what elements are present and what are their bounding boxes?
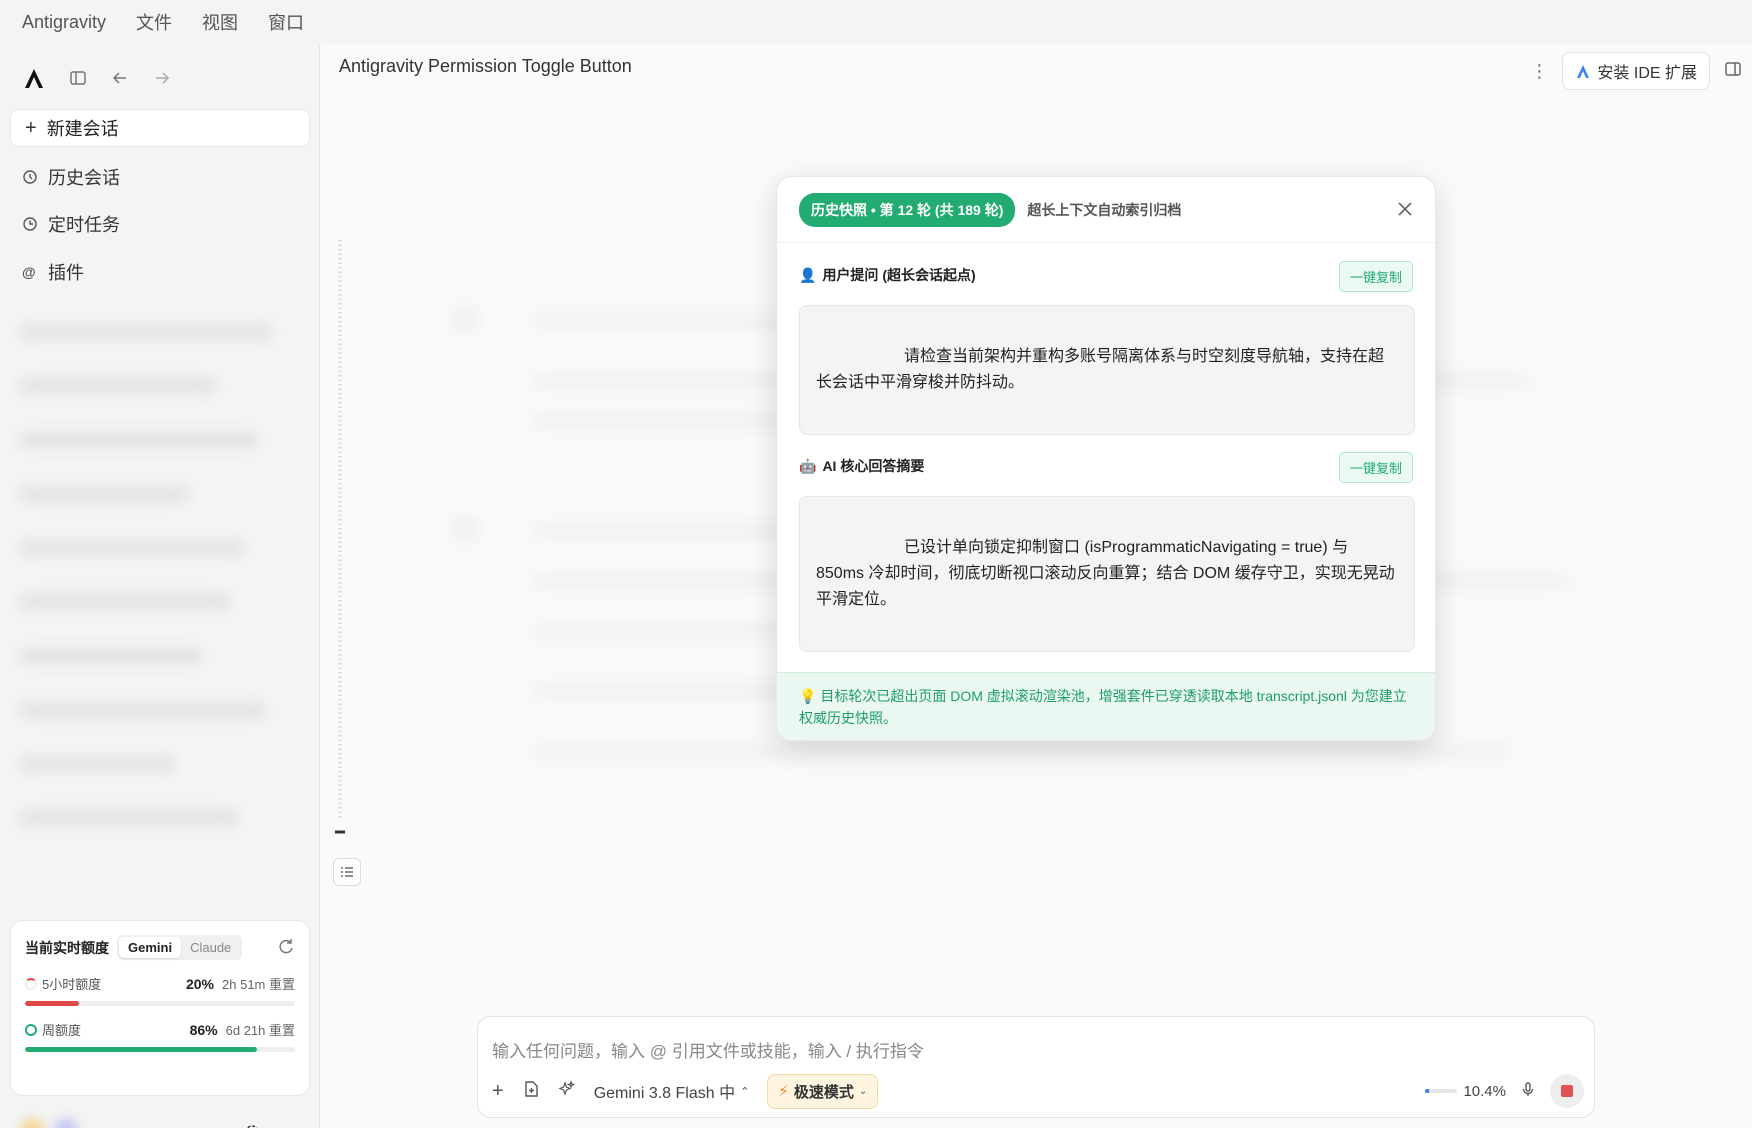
antigravity-logo-icon [1577, 65, 1590, 78]
timeline-track[interactable] [335, 240, 345, 840]
quota-bar [25, 1047, 295, 1052]
menu-window[interactable]: 窗口 [268, 9, 304, 35]
snapshot-badge: 历史快照 • 第 12 轮 (共 189 轮) [799, 192, 1016, 227]
menu-app[interactable]: Antigravity [22, 12, 106, 33]
close-icon[interactable] [1395, 199, 1415, 219]
user-icon: 👤 [799, 266, 817, 283]
install-ide-button[interactable]: 安装 IDE 扩展 [1562, 52, 1710, 90]
quota-percent: 20% [185, 975, 215, 992]
antigravity-logo-icon [25, 69, 43, 88]
speed-mode-label: 极速模式 [793, 1083, 854, 1101]
context-bar-fill [1425, 1089, 1429, 1093]
chevron-up-icon: ⌃ [740, 1085, 750, 1098]
attach-file-icon[interactable] [522, 1080, 540, 1102]
quota-row-weekly: 周额度 86% 6d 21h 重置 [25, 1020, 295, 1052]
user-question-text: 请检查当前架构并重构多账号隔离体系与时空刻度导航轴，支持在超长会话中平滑穿梭并防… [816, 348, 1385, 391]
progress-ring-icon [25, 977, 37, 990]
clock-icon [22, 216, 38, 232]
more-vertical-icon[interactable]: ⋮ [1530, 61, 1548, 82]
at-icon: @ [22, 264, 36, 280]
page-title: Antigravity Permission Toggle Button [339, 56, 632, 76]
microphone-icon[interactable] [1520, 1081, 1536, 1101]
forward-arrow-icon[interactable] [152, 68, 172, 88]
user-question-heading: 👤 用户提问 (超长会话起点) [799, 265, 976, 285]
list-icon [341, 867, 353, 877]
quota-label: 周额度 [42, 1023, 82, 1038]
conversation-list-blurred [20, 324, 300, 924]
quota-label: 5小时额度 [42, 977, 102, 992]
avatar[interactable] [20, 1118, 110, 1128]
history-icon [22, 169, 38, 185]
tab-claude[interactable]: Claude [181, 937, 240, 958]
quota-tabs: Gemini Claude [117, 935, 243, 960]
new-chat-button[interactable]: + 新建会话 [10, 109, 310, 147]
menu-bar: Antigravity 文件 视图 窗口 [0, 0, 1752, 44]
lightbulb-icon: 💡 [799, 688, 817, 704]
context-percent: 10.4% [1463, 1082, 1506, 1100]
context-bar [1425, 1089, 1458, 1093]
plus-icon: + [25, 116, 37, 139]
user-question-box: 请检查当前架构并重构多账号隔离体系与时空刻度导航轴，支持在超长会话中平滑穿梭并防… [799, 305, 1415, 435]
quota-reset: 6d 21h 重置 [225, 1023, 295, 1038]
ai-answer-text: 已设计单向锁定抑制窗口 (isProgrammaticNavigating = … [816, 539, 1395, 608]
menu-file[interactable]: 文件 [136, 9, 172, 35]
timeline-list-button[interactable] [333, 858, 361, 886]
sidebar-item-label: 定时任务 [48, 215, 120, 235]
history-snapshot-modal: 历史快照 • 第 12 轮 (共 189 轮) 超长上下文自动索引归档 👤 用户… [776, 176, 1436, 741]
settings-label: 设置 [266, 1122, 300, 1128]
gear-icon [244, 1124, 260, 1128]
add-icon[interactable]: + [492, 1080, 504, 1103]
progress-ring-icon [25, 1023, 37, 1036]
tab-gemini[interactable]: Gemini [119, 937, 182, 958]
quota-bar [25, 1001, 295, 1006]
refresh-icon[interactable] [277, 937, 295, 959]
chat-input-placeholder[interactable]: 输入任何问题，输入 @ 引用文件或技能，输入 / 执行指令 [492, 1037, 924, 1062]
ai-heading-label: AI 核心回答摘要 [822, 458, 925, 474]
sidebar-item-label: 插件 [48, 263, 84, 283]
sidebar: + 新建会话 历史会话 定时任务 @ 插件 当前实时额度 Gemini Clau… [0, 44, 320, 1128]
settings-button[interactable]: 设置 [244, 1122, 300, 1128]
sidebar-item-label: 历史会话 [48, 168, 120, 188]
chevron-down-icon: ⌄ [858, 1085, 868, 1097]
user-heading-label: 用户提问 (超长会话起点) [822, 267, 976, 283]
toggle-panel-icon[interactable] [1724, 60, 1742, 82]
robot-icon: 🤖 [799, 457, 817, 474]
quota-percent: 86% [189, 1021, 218, 1038]
ai-answer-box: 已设计单向锁定抑制窗口 (isProgrammaticNavigating = … [799, 496, 1415, 652]
info-tip: 💡 目标轮次已超出页面 DOM 虚拟滚动渲染池，增强套件已穿透读取本地 tran… [777, 672, 1435, 740]
quota-card: 当前实时额度 Gemini Claude 5小时额度 20% 2h 51m 重置… [10, 920, 310, 1096]
copy-ai-button[interactable]: 一键复制 [1338, 452, 1413, 483]
sidebar-item-history[interactable]: 历史会话 [22, 164, 120, 190]
sidebar-item-scheduled[interactable]: 定时任务 [22, 211, 120, 237]
context-usage: 10.4% [1425, 1083, 1506, 1100]
new-chat-label: 新建会话 [46, 119, 119, 139]
stop-icon [1561, 1085, 1573, 1097]
model-label: Gemini 3.8 Flash 中 [593, 1085, 736, 1102]
install-ide-label: 安装 IDE 扩展 [1597, 65, 1697, 82]
snapshot-subtitle: 超长上下文自动索引归档 [1027, 201, 1182, 218]
chat-input-box[interactable]: 输入任何问题，输入 @ 引用文件或技能，输入 / 执行指令 + Gemini 3… [477, 1016, 1595, 1118]
lightning-icon: ⚡ [778, 1083, 789, 1100]
quota-bar-fill [25, 1001, 79, 1006]
quota-title: 当前实时额度 [25, 939, 109, 956]
toggle-sidebar-icon[interactable] [68, 68, 88, 88]
back-arrow-icon[interactable] [110, 68, 130, 88]
menu-view[interactable]: 视图 [202, 9, 238, 35]
sidebar-item-plugins[interactable]: @ 插件 [22, 259, 84, 285]
ai-answer-heading: 🤖 AI 核心回答摘要 [799, 456, 924, 476]
model-selector[interactable]: Gemini 3.8 Flash 中 ⌃ [594, 1079, 750, 1103]
sparkle-icon[interactable] [558, 1080, 576, 1102]
quota-row-5h: 5小时额度 20% 2h 51m 重置 [25, 974, 295, 1006]
copy-user-button[interactable]: 一键复制 [1338, 261, 1413, 292]
quota-reset: 2h 51m 重置 [222, 977, 295, 992]
speed-mode-button[interactable]: ⚡ 极速模式 ⌄ [767, 1073, 879, 1109]
quota-bar-fill [25, 1047, 258, 1052]
tip-text: 目标轮次已超出页面 DOM 虚拟滚动渲染池，增强套件已穿透读取本地 transc… [799, 688, 1407, 726]
stop-button[interactable] [1550, 1074, 1584, 1108]
